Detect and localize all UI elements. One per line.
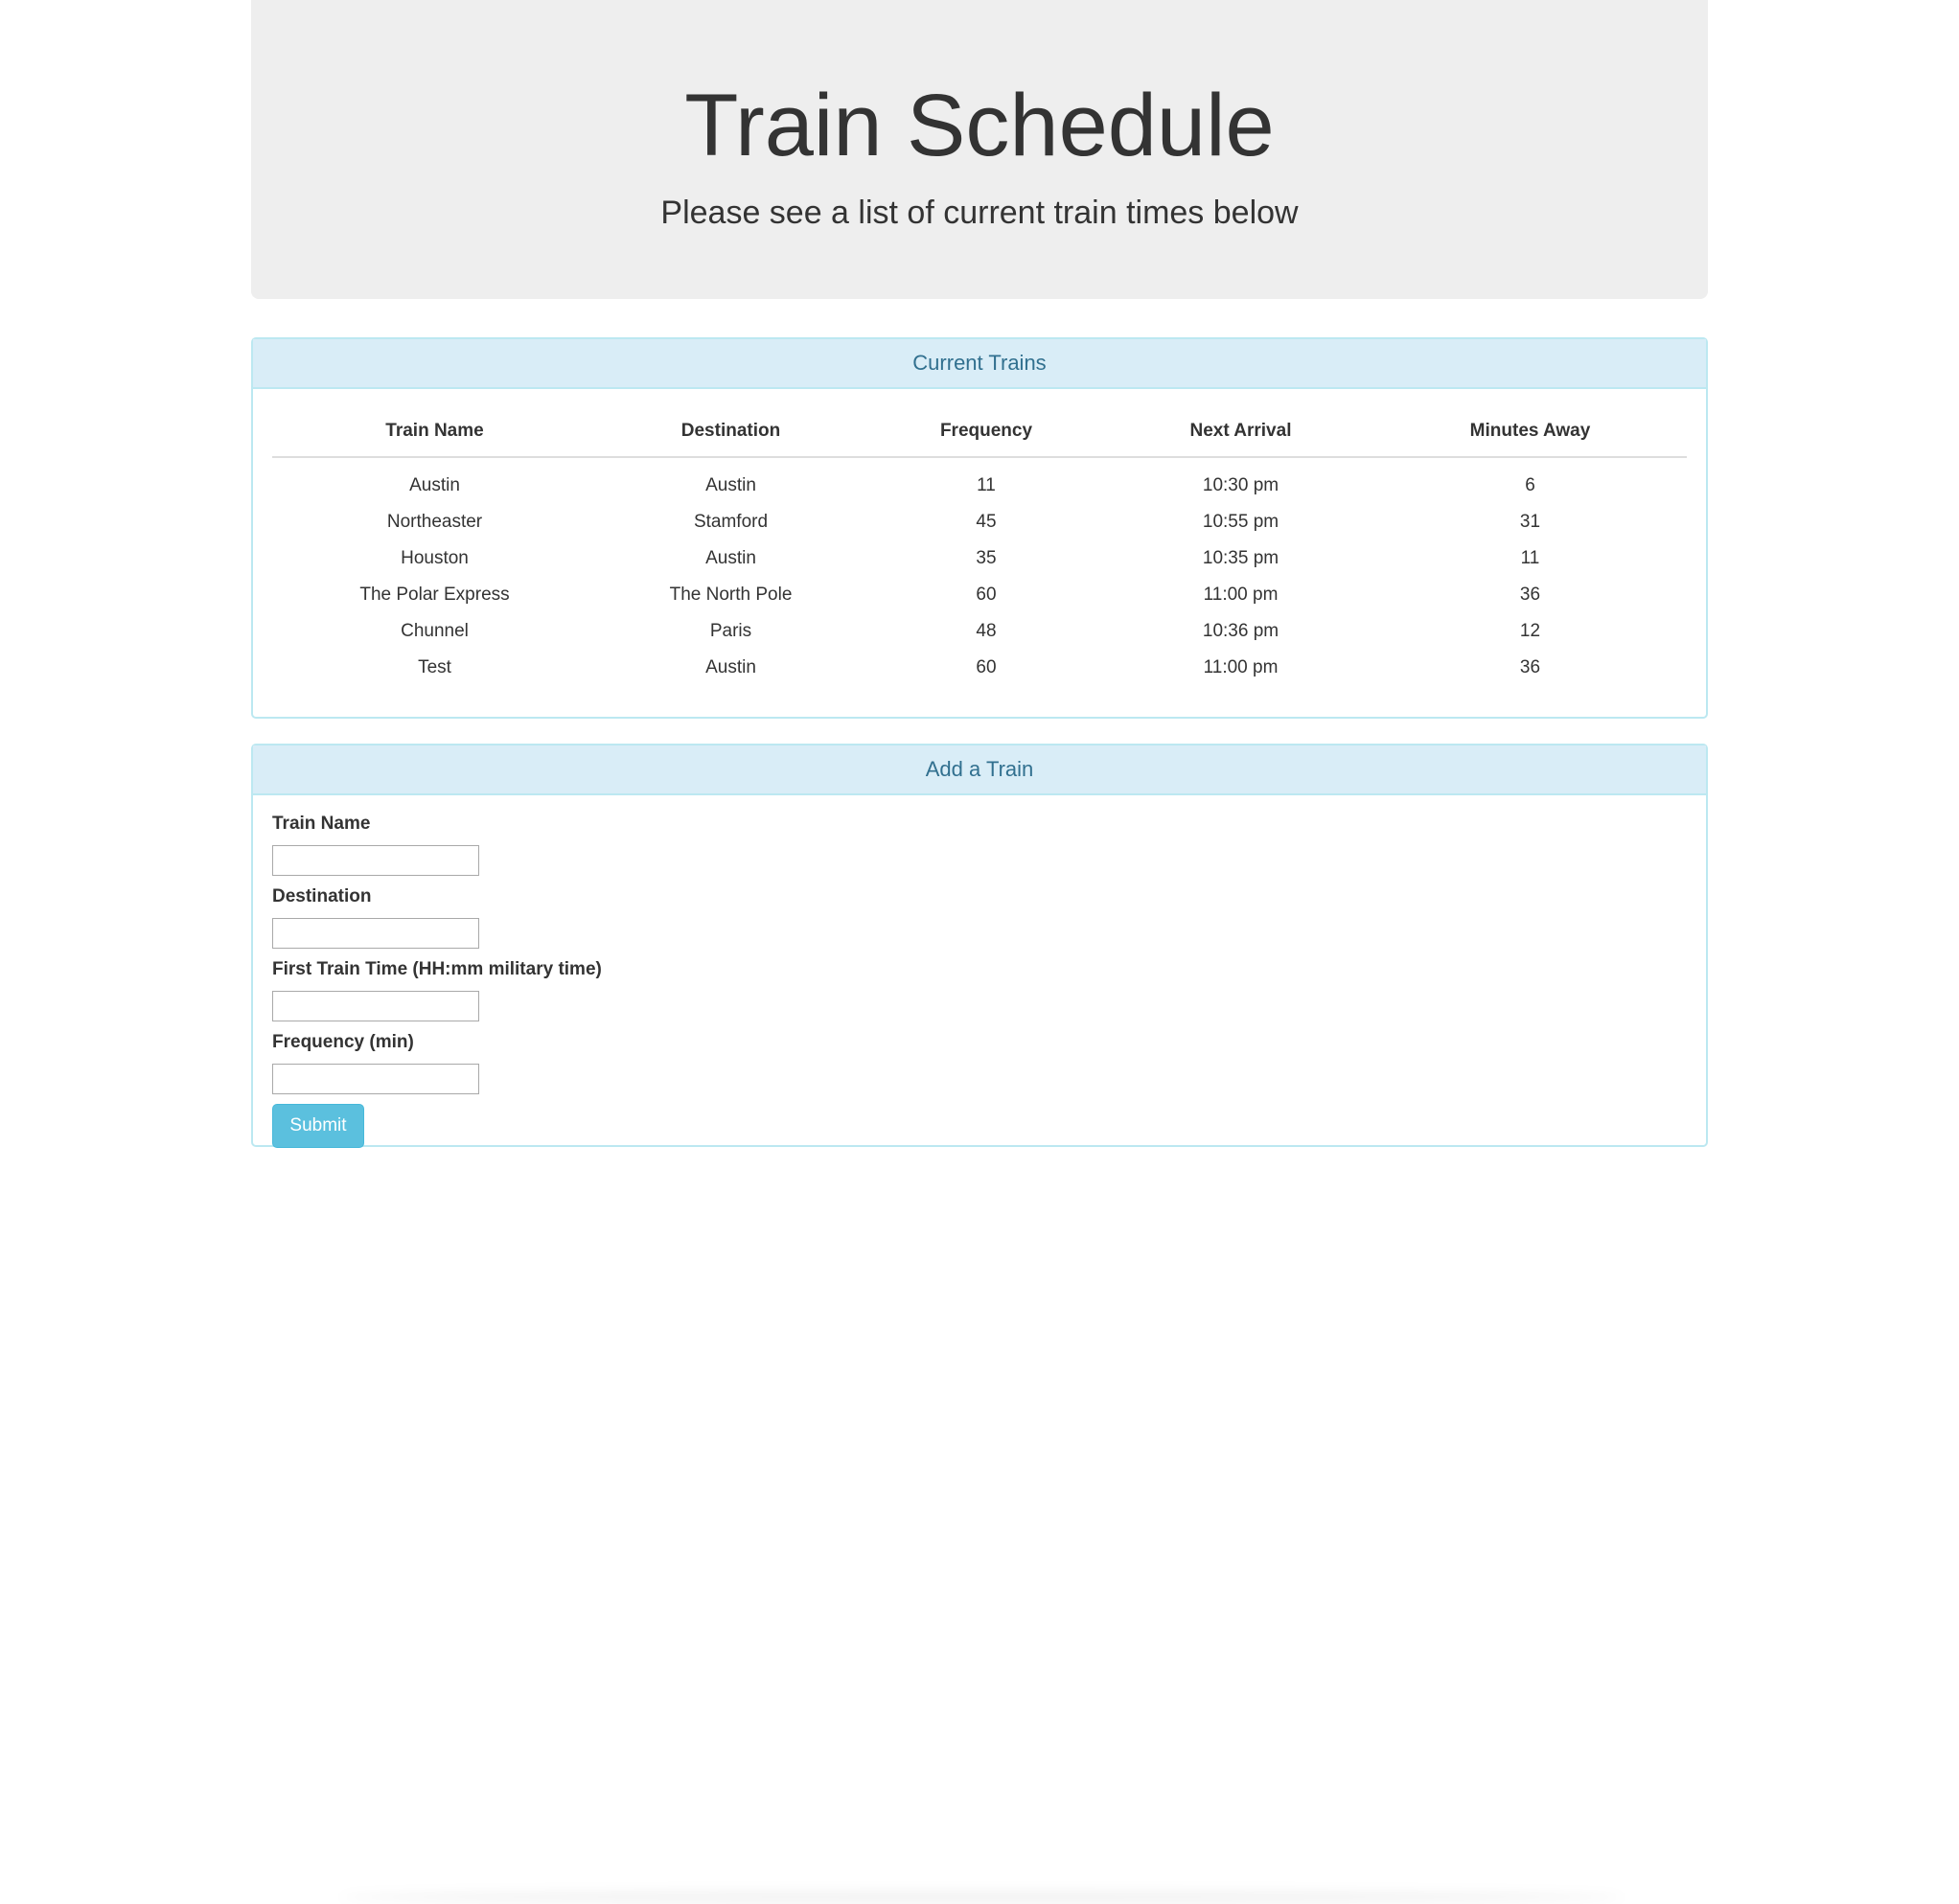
current-trains-panel: Current Trains Train Name Destination Fr… [251,337,1708,719]
table-row: Chunnel Paris 48 10:36 pm 12 [272,613,1687,650]
column-header-train-name: Train Name [272,406,597,458]
page-subtitle: Please see a list of current train times… [660,195,1299,231]
bottom-shadow [339,1891,1624,1904]
cell-next-arrival: 11:00 pm [1203,657,1279,677]
cell-minutes-away: 12 [1519,621,1541,641]
first-train-time-input[interactable] [272,991,479,1021]
submit-button[interactable]: Submit [272,1104,364,1148]
column-header-destination: Destination [597,406,864,458]
cell-frequency: 11 [977,475,996,495]
cell-destination: Paris [709,621,752,641]
cell-train-name: Test [418,657,451,677]
cell-next-arrival: 10:35 pm [1202,548,1279,568]
table-row: Austin Austin 11 10:30 pm 6 [272,457,1687,504]
cell-minutes-away: 36 [1519,585,1541,605]
current-trains-heading: Current Trains [253,339,1706,389]
cell-minutes-away: 36 [1519,657,1541,677]
add-train-panel: Add a Train Train Name Destination First… [251,744,1708,1904]
destination-label: Destination [272,886,372,906]
table-row: Northeaster Stamford 45 10:55 pm 31 [272,504,1687,540]
frequency-input[interactable] [272,1064,479,1094]
add-train-heading: Add a Train [253,746,1706,795]
cell-destination: Austin [705,657,756,677]
cell-minutes-away: 11 [1520,548,1540,568]
table-row: The Polar Express The North Pole 60 11:0… [272,577,1687,613]
cell-minutes-away: 6 [1525,475,1535,495]
cell-frequency: 48 [976,621,997,641]
cell-destination: Stamford [693,512,769,532]
cell-train-name: Northeaster [386,512,483,532]
cell-next-arrival: 10:30 pm [1202,475,1279,495]
cell-next-arrival: 11:00 pm [1203,585,1279,605]
first-train-time-label: First Train Time (HH:mm military time) [272,959,602,979]
cell-next-arrival: 10:55 pm [1202,512,1279,532]
cell-frequency: 60 [976,657,997,677]
cell-frequency: 35 [976,548,997,568]
cell-frequency: 45 [976,512,997,532]
cell-destination: The North Pole [669,585,793,605]
column-header-next-arrival: Next Arrival [1108,406,1373,458]
cell-next-arrival: 10:36 pm [1202,621,1279,641]
train-name-label: Train Name [272,814,371,834]
cell-destination: Austin [705,475,756,495]
page-title: Train Schedule [684,77,1275,174]
trains-table: Train Name Destination Frequency Next Ar… [272,406,1687,686]
header-jumbotron: Train Schedule Please see a list of curr… [251,0,1708,299]
table-header-row: Train Name Destination Frequency Next Ar… [272,406,1687,458]
table-row: Test Austin 60 11:00 pm 36 [272,650,1687,686]
train-name-input[interactable] [272,845,479,876]
page-container: Train Schedule Please see a list of curr… [251,0,1708,1904]
column-header-minutes-away: Minutes Away [1373,406,1687,458]
frequency-label: Frequency (min) [272,1032,414,1052]
cell-minutes-away: 31 [1519,512,1541,532]
add-train-form: Train Name Destination First Train Time … [272,813,602,1148]
table-row: Houston Austin 35 10:35 pm 11 [272,540,1687,577]
cell-train-name: Austin [409,475,460,495]
cell-train-name: The Polar Express [359,585,510,605]
cell-frequency: 60 [976,585,997,605]
cell-destination: Austin [705,548,756,568]
cell-train-name: Houston [401,548,469,568]
destination-input[interactable] [272,918,479,949]
column-header-frequency: Frequency [864,406,1108,458]
cell-train-name: Chunnel [401,621,469,641]
